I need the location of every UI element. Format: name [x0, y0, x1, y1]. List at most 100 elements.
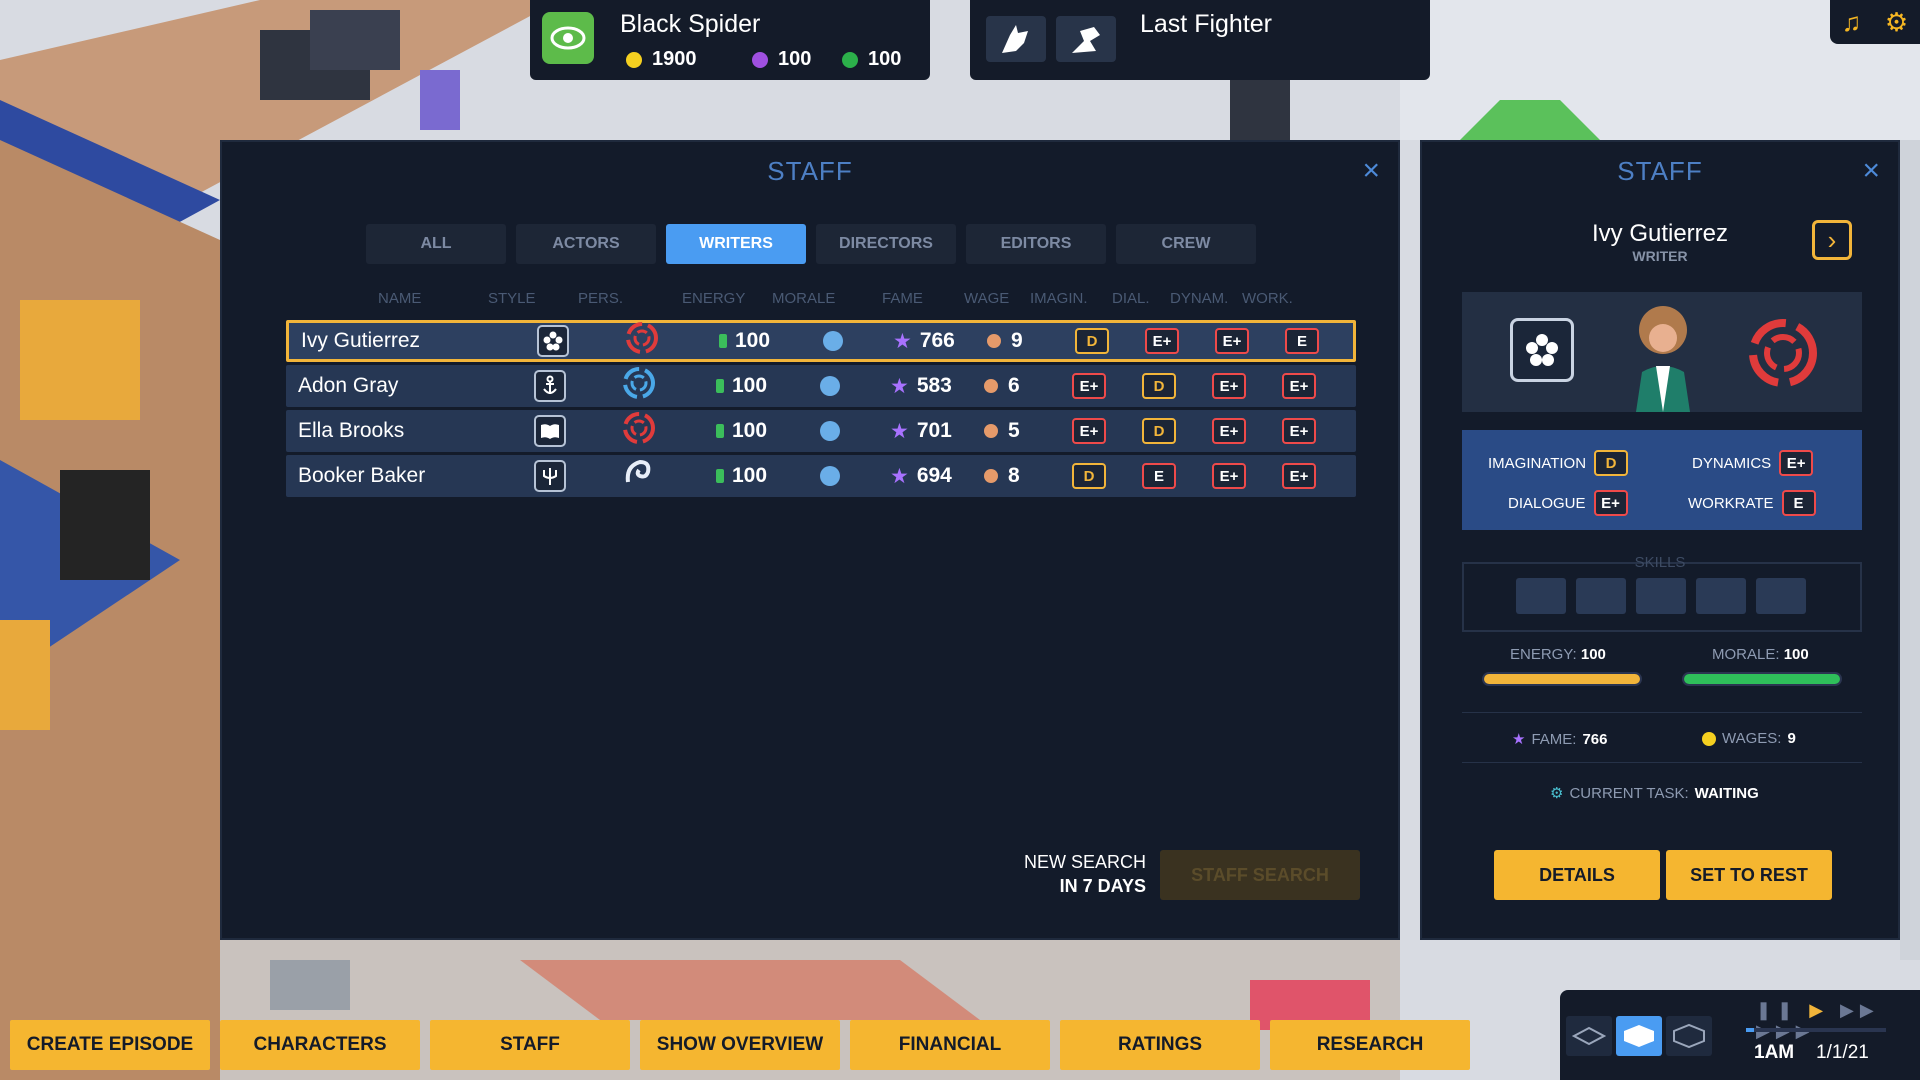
column-morale[interactable]: MORALE [772, 290, 835, 307]
column-style[interactable]: STYLE [488, 290, 536, 307]
view-walls-icon[interactable] [1616, 1016, 1662, 1056]
attribute-grades: IMAGINATION D DYNAMICS E+ DIALOGUE E+ WORKR… [1462, 430, 1862, 530]
portrait-area [1462, 292, 1862, 412]
wages-label: WAGES: [1722, 730, 1782, 747]
time-controls: ❚❚ ▶ ▶▶ ▶▶▶ 1AM 1/1/21 [1560, 990, 1920, 1080]
new-search-line1: NEW SEARCH [1023, 852, 1146, 872]
financial-button[interactable]: FINANCIAL [850, 1020, 1050, 1070]
fame-value: 694 [916, 464, 952, 487]
skill-slot[interactable] [1696, 578, 1746, 614]
skill-slot[interactable] [1636, 578, 1686, 614]
dialogue-label: DIALOGUE [1508, 494, 1586, 512]
column-fame[interactable]: FAME [882, 290, 923, 307]
coin-icon [987, 334, 1001, 348]
pause-icon[interactable]: ❚❚ [1756, 1000, 1798, 1020]
time-progress [1746, 1028, 1886, 1032]
fame-value: 766 [1582, 730, 1608, 748]
flower-icon [537, 325, 569, 357]
music-icon[interactable]: ♫ [1842, 7, 1862, 38]
dialogue-grade: E [1142, 463, 1176, 489]
energy-bar-fill [1484, 674, 1640, 684]
characters-button[interactable]: CHARACTERS [220, 1020, 420, 1070]
task-value: WAITING [1694, 784, 1759, 802]
dynamics-label: DYNAMICS [1692, 454, 1772, 472]
imagination-grade: E+ [1072, 373, 1106, 399]
date: 1/1/21 [1816, 1042, 1869, 1063]
coin-icon [626, 51, 642, 68]
fast-forward-icon[interactable]: ▶▶ [1840, 1000, 1880, 1020]
table-row[interactable]: Booker Baker 100 ★ 694 8 D E E+ E+ [286, 455, 1356, 497]
show-overview-button[interactable]: SHOW OVERVIEW [640, 1020, 840, 1070]
column-dynam[interactable]: DYNAM. [1170, 290, 1228, 307]
show-resource-bar-black-spider[interactable]: Black Spider 1900 100 100 [530, 0, 930, 80]
coin-icon [984, 424, 998, 438]
table-row[interactable]: Adon Gray 100 ★ 583 6 E+ D E+ E+ [286, 365, 1356, 407]
workrate-label: WORKRATE [1688, 494, 1774, 512]
skill-slot[interactable] [1576, 578, 1626, 614]
details-button[interactable]: DETAILS [1494, 850, 1660, 900]
tab-actors[interactable]: ACTORS [516, 224, 656, 264]
imagination-label: IMAGINATION [1488, 454, 1587, 472]
star-icon: ★ [1512, 731, 1526, 748]
imagination-grade: E+ [1072, 418, 1106, 444]
battery-icon [719, 334, 727, 348]
settings-gear-icon[interactable]: ⚙ [1885, 7, 1908, 38]
skill-slot[interactable] [1756, 578, 1806, 614]
purple-gem-icon [752, 51, 768, 68]
staff-name: Ella Brooks [298, 419, 405, 442]
red-swirl-icon [625, 321, 659, 361]
show-title: Last Fighter [1140, 10, 1273, 38]
green-stat: 100 [842, 48, 901, 71]
column-energy[interactable]: ENERGY [682, 290, 745, 307]
workrate-grade: E+ [1282, 418, 1316, 444]
smile-face-icon [823, 331, 843, 351]
smile-face-icon [820, 421, 840, 441]
fame-info: ★ FAME: 766 [1512, 730, 1608, 749]
morale-value: 100 [1783, 646, 1809, 663]
table-row[interactable]: Ivy Gutierrez 100 ★ 766 9 D E+ E+ E [286, 320, 1356, 362]
energy-value: 100 [735, 329, 771, 352]
create-episode-button[interactable]: CREATE EPISODE [10, 1020, 210, 1070]
view-full-icon[interactable] [1666, 1016, 1712, 1056]
staff-tabs: ALL ACTORS WRITERS DIRECTORS EDITORS CRE… [366, 224, 1256, 264]
dynamics-grade: E+ [1212, 373, 1246, 399]
coin-icon [1702, 731, 1716, 746]
money-stat: 1900 [626, 48, 697, 71]
tab-crew[interactable]: CREW [1116, 224, 1256, 264]
column-pers[interactable]: PERS. [578, 290, 623, 307]
anchor-icon [534, 370, 566, 402]
view-flat-icon[interactable] [1566, 1016, 1612, 1056]
table-row[interactable]: Ella Brooks 100 ★ 701 5 E+ D E+ E+ [286, 410, 1356, 452]
column-work[interactable]: WORK. [1242, 290, 1293, 307]
column-dial[interactable]: DIAL. [1112, 290, 1150, 307]
set-to-rest-button[interactable]: SET TO REST [1666, 850, 1832, 900]
coin-icon [984, 379, 998, 393]
column-name[interactable]: NAME [378, 290, 421, 307]
tab-directors[interactable]: DIRECTORS [816, 224, 956, 264]
wage-value: 6 [1008, 374, 1020, 397]
ratings-button[interactable]: RATINGS [1060, 1020, 1260, 1070]
research-button[interactable]: RESEARCH [1270, 1020, 1470, 1070]
tab-all[interactable]: ALL [366, 224, 506, 264]
close-button[interactable]: × [1862, 154, 1880, 188]
eye-icon [542, 12, 594, 64]
close-button[interactable]: × [1362, 154, 1380, 188]
bottom-navigation: CREATE EPISODE CHARACTERS STAFF SHOW OVE… [10, 1020, 1470, 1070]
new-search-timer: NEW SEARCH IN 7 DAYS [1024, 850, 1146, 898]
dialogue-grade: D [1142, 418, 1176, 444]
tab-writers[interactable]: WRITERS [666, 224, 806, 264]
next-staff-button[interactable]: › [1812, 220, 1852, 260]
column-wage[interactable]: WAGE [964, 290, 1009, 307]
column-imagin[interactable]: IMAGIN. [1030, 290, 1088, 307]
smile-face-icon [820, 466, 840, 486]
green-value: 100 [868, 48, 902, 70]
show-resource-bar-last-fighter[interactable]: Last Fighter [970, 0, 1430, 80]
tab-editors[interactable]: EDITORS [966, 224, 1106, 264]
staff-search-button[interactable]: STAFF SEARCH [1160, 850, 1360, 900]
morale-bar [1682, 672, 1842, 686]
skill-slot[interactable] [1516, 578, 1566, 614]
morale-bar-fill [1684, 674, 1840, 684]
staff-button[interactable]: STAFF [430, 1020, 630, 1070]
star-icon: ★ [890, 419, 909, 443]
play-icon[interactable]: ▶ [1809, 1000, 1829, 1020]
